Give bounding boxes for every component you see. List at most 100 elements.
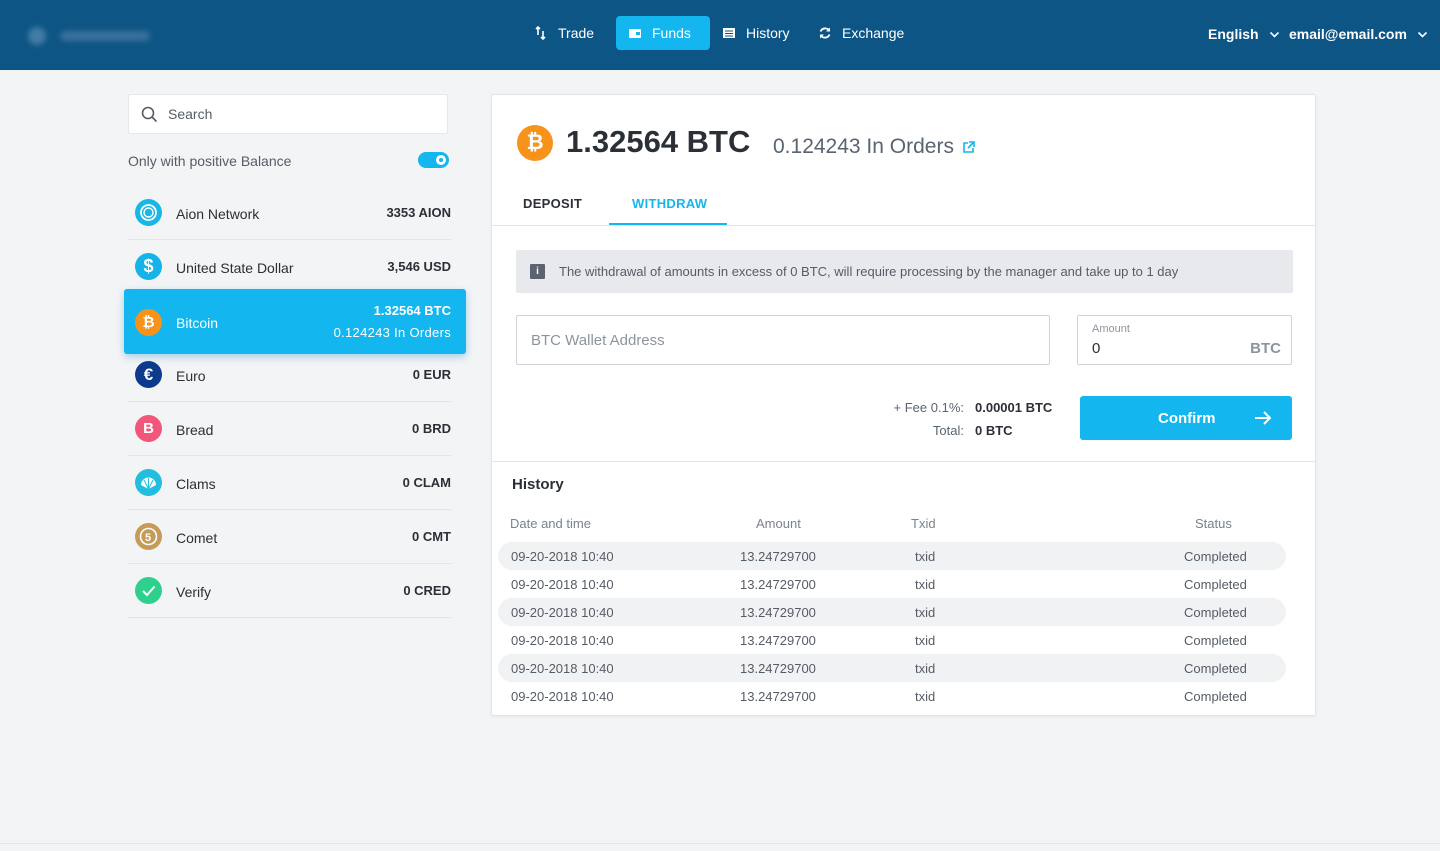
bitcoin-icon: ₿ [517, 125, 553, 161]
table-row: 09-20-2018 10:40 13.24729700 txid Comple… [498, 654, 1286, 682]
row-date: 09-20-2018 10:40 [511, 633, 614, 648]
coin-balance: 0 CLAM [402, 475, 451, 490]
withdraw-notice: i The withdrawal of amounts in excess of… [516, 250, 1293, 293]
row-txid[interactable]: txid [915, 633, 935, 648]
account-menu[interactable]: email@email.com [1289, 26, 1428, 42]
row-status: Completed [1184, 661, 1247, 676]
external-link-icon [963, 140, 975, 153]
table-row: 09-20-2018 10:40 13.24729700 txid Comple… [498, 598, 1286, 626]
coin-item-comet[interactable]: 5 Comet 0 CMT [128, 510, 451, 564]
coin-item-usd[interactable]: $ United State Dollar 3,546 USD [128, 240, 451, 294]
column-header-amount: Amount [756, 516, 801, 531]
svg-text:5: 5 [145, 532, 151, 544]
row-amount: 13.24729700 [740, 549, 816, 564]
account-email: email@email.com [1289, 26, 1407, 42]
coin-name: Aion Network [176, 206, 260, 222]
coin-balance: 1.32564 BTC [373, 303, 451, 318]
nav-exchange[interactable]: Exchange [806, 16, 916, 50]
footer-divider [0, 843, 1440, 844]
row-amount: 13.24729700 [740, 577, 816, 592]
notice-text: The withdrawal of amounts in excess of 0… [559, 264, 1179, 279]
nav-history-label: History [746, 25, 790, 41]
column-header-status: Status [1195, 516, 1232, 531]
row-txid[interactable]: txid [915, 689, 935, 704]
divider [492, 461, 1315, 462]
search-box [128, 94, 448, 134]
coin-item-verify[interactable]: Verify 0 CRED [128, 564, 451, 618]
refresh-icon [819, 27, 831, 39]
confirm-button[interactable]: Confirm [1080, 396, 1292, 440]
comet-icon: 5 [135, 523, 162, 550]
coin-balance: 3,546 USD [387, 259, 451, 274]
amount-currency: BTC [1250, 340, 1281, 357]
nav-funds-label: Funds [652, 25, 691, 41]
trade-icon [535, 26, 546, 40]
search-input[interactable] [168, 106, 428, 122]
coin-item-bread[interactable]: B Bread 0 BRD [128, 402, 451, 456]
row-amount: 13.24729700 [740, 633, 816, 648]
bread-icon: B [135, 415, 162, 442]
nav-trade[interactable]: Trade [522, 16, 606, 50]
divider [492, 225, 1315, 226]
row-date: 09-20-2018 10:40 [511, 689, 614, 704]
coin-name: Clams [176, 476, 216, 492]
table-row: 09-20-2018 10:40 13.24729700 txid Comple… [498, 626, 1286, 654]
coin-item-aion[interactable]: Aion Network 3353 AION [128, 186, 451, 240]
balance-amount: 1.32564 BTC [566, 124, 751, 159]
arrow-right-icon [1255, 411, 1272, 425]
row-status: Completed [1184, 605, 1247, 620]
chevron-down-icon [1269, 31, 1279, 38]
coin-item-euro[interactable]: € Euro 0 EUR [128, 348, 451, 402]
table-row: 09-20-2018 10:40 13.24729700 txid Comple… [498, 542, 1286, 570]
nav-history[interactable]: History [710, 16, 802, 50]
column-header-date: Date and time [510, 516, 591, 531]
in-orders-link[interactable]: 0.124243 In Orders [773, 135, 975, 159]
history-title: History [512, 476, 564, 493]
positive-balance-toggle[interactable] [418, 152, 449, 168]
coin-balance: 3353 AION [386, 205, 451, 220]
verify-icon [135, 577, 162, 604]
euro-icon: € [135, 361, 162, 388]
search-icon [141, 106, 158, 122]
coin-balance: 0 CMT [412, 529, 451, 544]
row-txid[interactable]: txid [915, 661, 935, 676]
logo[interactable] [28, 26, 152, 46]
total-label: Total: [932, 423, 964, 438]
funds-panel: ₿ 1.32564 BTC 0.124243 In Orders DEPOSIT… [491, 94, 1316, 716]
coin-item-bitcoin[interactable]: ₿ Bitcoin 1.32564 BTC 0.124243 In Orders [124, 289, 466, 354]
coin-name: United State Dollar [176, 260, 294, 276]
bitcoin-icon: ₿ [135, 309, 162, 336]
nav-funds[interactable]: Funds [616, 16, 710, 50]
nav-trade-label: Trade [558, 25, 595, 41]
positive-balance-label: Only with positive Balance [128, 153, 292, 169]
row-amount: 13.24729700 [740, 661, 816, 676]
language-selector[interactable]: English [1208, 26, 1280, 42]
row-txid[interactable]: txid [915, 549, 935, 564]
amount-field[interactable]: Amount BTC [1077, 315, 1292, 365]
coin-name: Comet [176, 530, 218, 546]
row-txid[interactable]: txid [915, 577, 935, 592]
logo-mark [28, 27, 46, 45]
row-status: Completed [1184, 633, 1247, 648]
coin-name: Bitcoin [176, 315, 219, 331]
row-status: Completed [1184, 689, 1247, 704]
tab-deposit[interactable]: DEPOSIT [523, 196, 582, 211]
list-icon [723, 28, 735, 38]
row-amount: 13.24729700 [740, 689, 816, 704]
toggle-knob [436, 155, 446, 165]
amount-input[interactable] [1092, 340, 1232, 357]
wallet-address-input[interactable] [516, 315, 1050, 365]
confirm-label: Confirm [1158, 410, 1216, 427]
coin-item-clams[interactable]: Clams 0 CLAM [128, 456, 451, 510]
coin-name: Verify [176, 584, 212, 600]
history-table: 09-20-2018 10:40 13.24729700 txid Comple… [498, 542, 1286, 710]
row-date: 09-20-2018 10:40 [511, 661, 614, 676]
row-txid[interactable]: txid [915, 605, 935, 620]
dollar-icon: $ [135, 253, 162, 280]
in-orders-label: 0.124243 In Orders [773, 135, 954, 158]
row-date: 09-20-2018 10:40 [511, 605, 614, 620]
row-date: 09-20-2018 10:40 [511, 577, 614, 592]
tab-withdraw[interactable]: WITHDRAW [632, 196, 707, 211]
wallet-icon [629, 29, 641, 38]
coin-balance: 0 EUR [412, 367, 451, 382]
